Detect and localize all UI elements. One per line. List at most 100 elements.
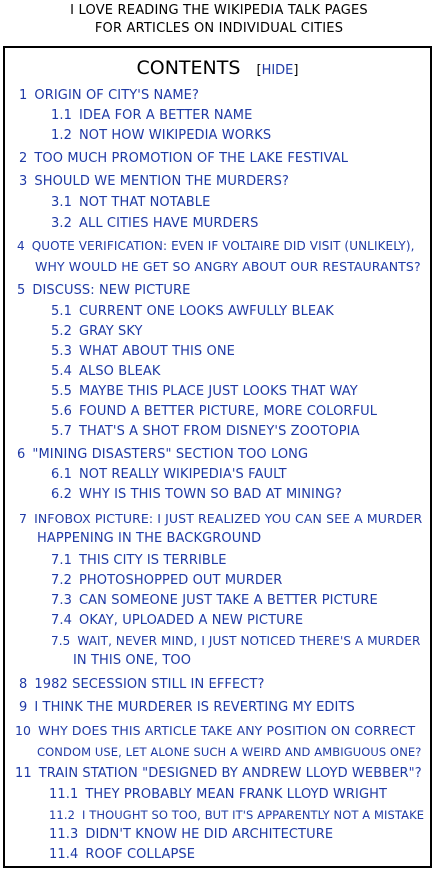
toc-entry[interactable]: 2 TOO MUCH PROMOTION OF THE LAKE FESTIVAL <box>19 149 348 169</box>
toc-entry-title[interactable]: NOT HOW WIKIPEDIA WORKS <box>79 128 271 143</box>
toc-entry-title-continued[interactable]: CONDOM USE, LET ALONE SUCH A WEIRD AND A… <box>37 742 422 762</box>
toc-entry-number: 6.1 <box>51 467 72 482</box>
toc-entry[interactable]: 7.5 WAIT, NEVER MIND, I JUST NOTICED THER… <box>51 631 420 651</box>
toc-entry-title[interactable]: THEY PROBABLY MEAN FRANK LLOYD WRIGHT <box>85 787 387 802</box>
toc-entry-title[interactable]: TRAIN STATION "DESIGNED BY ANDREW LLOYD … <box>39 766 422 781</box>
toc-entry-title[interactable]: IDEA FOR A BETTER NAME <box>79 108 252 123</box>
toc-entry[interactable]: 4 QUOTE VERIFICATION: EVEN IF VOLTAIRE DI… <box>17 236 415 256</box>
toc-entry-title[interactable]: TOO MUCH PROMOTION OF THE LAKE FESTIVAL <box>34 151 348 166</box>
toc-entry-title[interactable]: ALSO BLEAK <box>79 364 161 379</box>
toc-entry-number: 8 <box>19 677 28 692</box>
toc-entry-title-continued[interactable]: WHY WOULD HE GET SO ANGRY ABOUT OUR REST… <box>35 257 421 277</box>
toc-entry[interactable]: 3.1 NOT THAT NOTABLE <box>51 193 210 213</box>
toc-entry-title[interactable]: NOT REALLY WIKIPEDIA'S FAULT <box>79 467 287 482</box>
toc-entry[interactable]: 3.2 ALL CITIES HAVE MURDERS <box>51 214 258 234</box>
toc-entry[interactable]: 11.2 I THOUGHT SO TOO, BUT IT'S APPARENTL… <box>49 805 424 825</box>
toc-entry-number: 1 <box>19 88 28 103</box>
toc-entry[interactable]: 5.7 THAT'S A SHOT FROM DISNEY'S ZOOTOPIA <box>51 422 360 442</box>
toc-entry-number: 7 <box>19 511 28 526</box>
toc-entry-title[interactable]: ORIGIN OF CITY'S NAME? <box>34 88 199 103</box>
toc-entry-number: 5.5 <box>51 384 72 399</box>
toc-entry-title[interactable]: ROOF COLLAPSE <box>85 847 195 862</box>
toc-entry-number: 5.7 <box>51 424 72 439</box>
toc-entry[interactable]: 5 DISCUSS: NEW PICTURE <box>17 281 190 301</box>
toc-entry[interactable]: 7.3 CAN SOMEONE JUST TAKE A BETTER PICTUR… <box>51 591 378 611</box>
toc-entry-number: 7.2 <box>51 573 72 588</box>
toc-entry-title[interactable]: WHY IS THIS TOWN SO BAD AT MINING? <box>79 487 342 502</box>
toc-entry[interactable]: 6.2 WHY IS THIS TOWN SO BAD AT MINING? <box>51 485 342 505</box>
toc-entry[interactable]: 1.2 NOT HOW WIKIPEDIA WORKS <box>51 126 271 146</box>
toc-entry[interactable]: 8 1982 SECESSION STILL IN EFFECT? <box>19 675 265 695</box>
toc-entry-title[interactable]: NOT THAT NOTABLE <box>79 195 210 210</box>
toc-entry-title[interactable]: MAYBE THIS PLACE JUST LOOKS THAT WAY <box>79 384 358 399</box>
toc-entry[interactable]: 5.1 CURRENT ONE LOOKS AWFULLY BLEAK <box>51 302 334 322</box>
toc-entry-title[interactable]: THAT'S A SHOT FROM DISNEY'S ZOOTOPIA <box>79 424 360 439</box>
toc-entry-title-continued[interactable]: HAPPENING IN THE BACKGROUND <box>37 529 261 549</box>
toc-entry[interactable]: 3 SHOULD WE MENTION THE MURDERS? <box>19 172 289 192</box>
toc-entry[interactable]: 7.2 PHOTOSHOPPED OUT MURDER <box>51 571 282 591</box>
toc-entry-title[interactable]: ALL CITIES HAVE MURDERS <box>79 216 258 231</box>
toc-entry-number: 5.3 <box>51 344 72 359</box>
toc-list: 1 ORIGIN OF CITY'S NAME? 1.1 IDEA FOR A BET… <box>5 48 430 866</box>
toc-entry[interactable]: 5.5 MAYBE THIS PLACE JUST LOOKS THAT WAY <box>51 382 358 402</box>
toc-entry[interactable]: 10 WHY DOES THIS ARTICLE TAKE ANY POSITIO… <box>15 721 415 741</box>
toc-entry-number: 11.4 <box>49 847 79 862</box>
toc-entry-number: 6 <box>17 447 26 462</box>
toc-entry-number: 7.1 <box>51 553 72 568</box>
toc-entry-title[interactable]: OKAY, UPLOADED A NEW PICTURE <box>79 613 303 628</box>
toc-entry-title[interactable]: CURRENT ONE LOOKS AWFULLY BLEAK <box>79 304 334 319</box>
toc-entry[interactable]: 9 I THINK THE MURDERER IS REVERTING MY ED… <box>19 698 355 718</box>
toc-entry[interactable]: 6.1 NOT REALLY WIKIPEDIA'S FAULT <box>51 465 287 485</box>
toc-entry[interactable]: 1.1 IDEA FOR A BETTER NAME <box>51 106 252 126</box>
toc-entry-title-continued[interactable]: IN THIS ONE, TOO <box>73 651 191 671</box>
toc-entry-title[interactable]: THIS CITY IS TERRIBLE <box>79 553 227 568</box>
toc-entry-title[interactable]: WHAT ABOUT THIS ONE <box>79 344 235 359</box>
toc-entry-title[interactable]: "MINING DISASTERS" SECTION TOO LONG <box>32 447 308 462</box>
toc-entry[interactable]: 1 ORIGIN OF CITY'S NAME? <box>19 86 199 106</box>
caption-line-1: I LOVE READING THE WIKIPEDIA TALK PAGES <box>70 3 368 18</box>
toc-entry-number: 2 <box>19 151 28 166</box>
toc-entry-number: 11.2 <box>49 808 76 822</box>
toc-entry-number: 11.1 <box>49 787 79 802</box>
toc-entry[interactable]: 5.2 GRAY SKY <box>51 322 143 342</box>
toc-entry[interactable]: 11.1 THEY PROBABLY MEAN FRANK LLOYD WRIGH… <box>49 785 387 805</box>
toc-entry-title[interactable]: INFOBOX PICTURE: I JUST REALIZED YOU CAN… <box>34 511 422 526</box>
toc-entry[interactable]: 7 INFOBOX PICTURE: I JUST REALIZED YOU CA… <box>19 509 422 529</box>
toc-entry[interactable]: 5.6 FOUND A BETTER PICTURE, MORE COLORFUL <box>51 402 377 422</box>
toc-entry-title[interactable]: FOUND A BETTER PICTURE, MORE COLORFUL <box>79 404 377 419</box>
toc-entry[interactable]: 5.3 WHAT ABOUT THIS ONE <box>51 342 235 362</box>
toc-entry[interactable]: 5.4 ALSO BLEAK <box>51 362 161 382</box>
toc-entry-title[interactable]: DIDN'T KNOW HE DID ARCHITECTURE <box>85 827 333 842</box>
toc-entry-number: 5.2 <box>51 324 72 339</box>
toc-entry-number: 10 <box>15 723 32 738</box>
toc-entry-title[interactable]: PHOTOSHOPPED OUT MURDER <box>79 573 282 588</box>
toc-entry[interactable]: 11 TRAIN STATION "DESIGNED BY ANDREW LLOY… <box>15 764 422 784</box>
toc-entry-number: 1.1 <box>51 108 72 123</box>
toc-entry-number: 11.3 <box>49 827 79 842</box>
toc-entry-title[interactable]: WHY DOES THIS ARTICLE TAKE ANY POSITION … <box>38 723 415 738</box>
toc-entry-number: 4 <box>17 239 25 253</box>
toc-entry[interactable]: 11.4 ROOF COLLAPSE <box>49 845 195 865</box>
toc-entry-title[interactable]: DISCUSS: NEW PICTURE <box>32 283 190 298</box>
toc-entry[interactable]: 11.3 DIDN'T KNOW HE DID ARCHITECTURE <box>49 825 333 845</box>
toc-entry-number: 6.2 <box>51 487 72 502</box>
toc-entry-title[interactable]: CAN SOMEONE JUST TAKE A BETTER PICTURE <box>79 593 378 608</box>
toc-entry-title[interactable]: I THOUGHT SO TOO, BUT IT'S APPARENTLY NO… <box>82 808 424 822</box>
toc-entry-number: 9 <box>19 700 28 715</box>
toc-entry-number: 1.2 <box>51 128 72 143</box>
toc-entry-title[interactable]: WAIT, NEVER MIND, I JUST NOTICED THERE'S… <box>77 634 420 648</box>
toc-entry-title[interactable]: 1982 SECESSION STILL IN EFFECT? <box>34 677 264 692</box>
toc-entry[interactable]: 7.1 THIS CITY IS TERRIBLE <box>51 551 227 571</box>
toc-entry-number: 5 <box>17 283 26 298</box>
toc-entry[interactable]: 7.4 OKAY, UPLOADED A NEW PICTURE <box>51 611 303 631</box>
toc-entry-title[interactable]: QUOTE VERIFICATION: EVEN IF VOLTAIRE DID… <box>32 239 415 253</box>
toc-entry-title[interactable]: I THINK THE MURDERER IS REVERTING MY EDI… <box>34 700 354 715</box>
caption-line-2: FOR ARTICLES ON INDIVIDUAL CITIES <box>94 21 344 36</box>
toc-entry-title[interactable]: GRAY SKY <box>79 324 143 339</box>
toc-entry[interactable]: 6 "MINING DISASTERS" SECTION TOO LONG <box>17 445 308 465</box>
toc-entry-number: 7.4 <box>51 613 72 628</box>
toc-entry-number: 3.1 <box>51 195 72 210</box>
toc-entry-title[interactable]: SHOULD WE MENTION THE MURDERS? <box>34 174 289 189</box>
toc-entry-number: 5.4 <box>51 364 72 379</box>
toc-entry-number: 5.1 <box>51 304 72 319</box>
